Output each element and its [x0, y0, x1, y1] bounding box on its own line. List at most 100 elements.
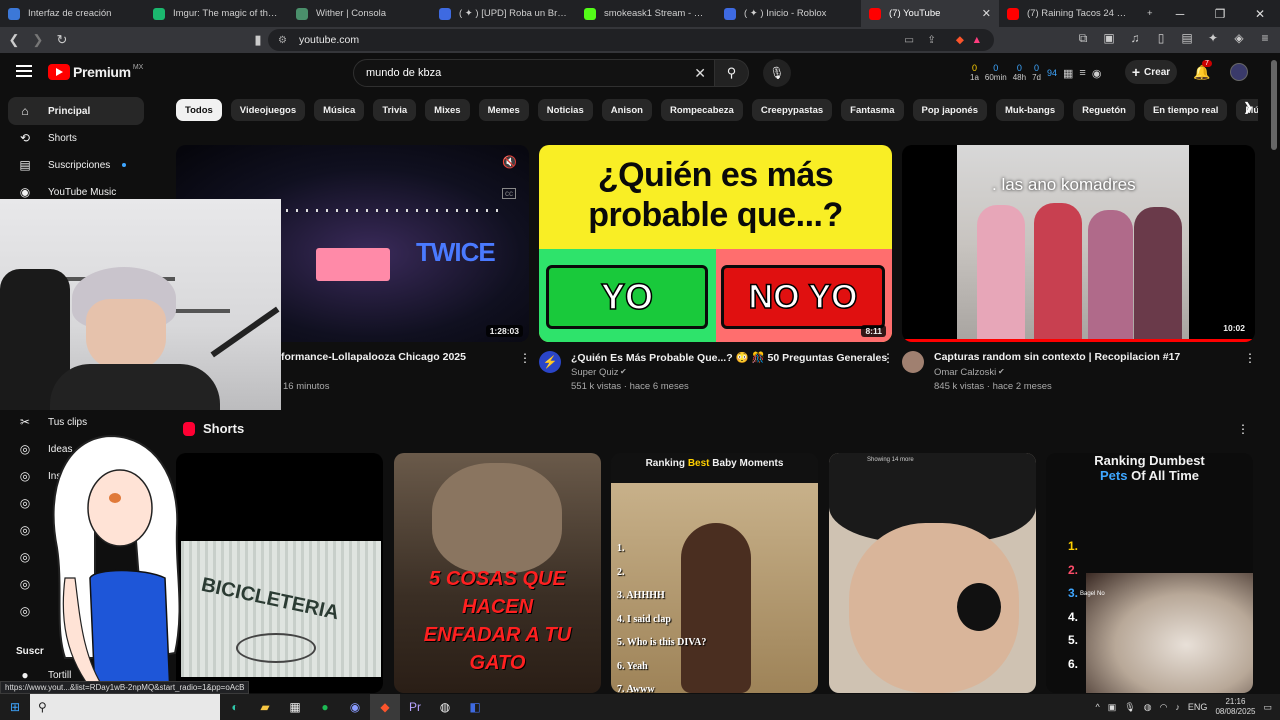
short-card[interactable]: Ranking Dumbest Pets Of All Time 1. 2. 3. 4…	[1046, 453, 1253, 693]
chip-creepypastas[interactable]: Creepypastas	[751, 99, 833, 121]
stats-ext-icon[interactable]: ◉	[1092, 67, 1102, 80]
chip-memes[interactable]: Memes	[478, 99, 529, 121]
create-button[interactable]: + Crear	[1125, 60, 1177, 84]
windows-start-icon[interactable]: ⊞	[0, 694, 30, 720]
chip-rompecabeza[interactable]: Rompecabeza	[660, 99, 743, 121]
tray-app-icon[interactable]: ▣	[1108, 702, 1117, 713]
browser-tab[interactable]: ( ✦ ) [UPD] Roba un Brainrot - Roblox	[431, 0, 576, 27]
channel-avatar[interactable]: ⚡	[539, 351, 561, 373]
chip-noticias[interactable]: Noticias	[537, 99, 593, 121]
notifications-button[interactable]: 🔔 7	[1193, 60, 1212, 81]
search-button[interactable]: ⚲	[715, 59, 749, 87]
brave-icon[interactable]: ◆	[370, 694, 400, 720]
file-explorer-icon[interactable]: ▰	[250, 694, 280, 720]
sidebar-item-shorts[interactable]: ⟲ Shorts	[8, 124, 144, 152]
channel-avatar[interactable]	[902, 351, 924, 373]
channel-name[interactable]: Omar Calzoski	[934, 367, 996, 378]
youtube-logo[interactable]: Premium MX	[48, 64, 143, 80]
wallet-icon[interactable]: ▤	[1180, 31, 1194, 46]
share-icon[interactable]: ⇪	[927, 34, 936, 46]
chip-mixes[interactable]: Mixes	[425, 99, 470, 121]
browser-tab[interactable]: (7) YouTube ✕	[861, 0, 999, 27]
avatar[interactable]	[1230, 63, 1248, 81]
edge-icon[interactable]: ◐	[220, 694, 250, 720]
url-field[interactable]: ⚙ youtube.com ▭ ⇪ ◆ ▲	[268, 29, 994, 51]
chip-fantasma[interactable]: Fantasma	[841, 99, 904, 121]
chip-música[interactable]: Música	[314, 99, 365, 121]
clock[interactable]: 21:16 08/08/2025	[1215, 697, 1255, 717]
chip-en-tiempo-real[interactable]: En tiempo real	[1143, 99, 1228, 121]
taskbar-search-icon[interactable]: ⚲	[30, 694, 220, 720]
forward-icon[interactable]: ❯	[28, 30, 48, 50]
reload-icon[interactable]: ↻	[52, 30, 72, 50]
browser-tab[interactable]: smokeask1 Stream - Watch Live	[576, 0, 716, 27]
tab-close-icon[interactable]: ✕	[982, 7, 991, 20]
sidebar-item-principal[interactable]: ⌂ Principal	[8, 97, 144, 125]
short-card[interactable]: Showing 14 more	[829, 453, 1036, 693]
captions-icon[interactable]: cc	[502, 188, 516, 199]
chip-pop-japonés[interactable]: Pop japonés	[912, 99, 987, 121]
short-card[interactable]: 5 COSAS QUE HACEN ENFADAR A TU GATO	[394, 453, 601, 693]
mute-icon[interactable]: 🔇	[502, 155, 517, 169]
short-card[interactable]: Ranking Best Baby Moments 1. 2. 3. AHHHH 4.…	[611, 453, 818, 693]
vpn-icon[interactable]: ◈	[1232, 31, 1246, 46]
language-indicator[interactable]: ENG	[1188, 702, 1208, 712]
chip-muk-bangs[interactable]: Muk-bangs	[996, 99, 1065, 121]
stats-grid-icon[interactable]: ▦	[1063, 67, 1073, 80]
spotify-icon[interactable]: ●	[310, 694, 340, 720]
store-icon[interactable]: ▦	[280, 694, 310, 720]
tray-audio-icon[interactable]: ◍	[1144, 702, 1152, 713]
brave-shield-icon[interactable]: ◆	[956, 34, 964, 46]
page-scrollbar[interactable]	[1271, 60, 1277, 150]
clear-search-icon[interactable]: ✕	[694, 65, 706, 82]
tray-mic-icon[interactable]: 🎙	[1124, 702, 1135, 713]
chip-reguetón[interactable]: Reguetón	[1073, 99, 1135, 121]
chip-videojuegos[interactable]: Videojuegos	[230, 99, 306, 121]
more-options-icon[interactable]: ⋮	[519, 351, 531, 365]
sidebar-item-suscripciones[interactable]: ▤ Suscripciones	[8, 151, 144, 179]
notification-center-icon[interactable]: ▭	[1263, 702, 1272, 713]
bookmark-icon[interactable]: ▮	[248, 30, 268, 50]
volume-icon[interactable]: ♪	[1175, 702, 1180, 712]
media-icon[interactable]: ♫	[1128, 31, 1142, 46]
stats-menu-icon[interactable]: ≡	[1079, 67, 1085, 79]
browser-tab[interactable]: Interfaz de creación	[0, 0, 145, 27]
voice-search-button[interactable]: 🎙	[763, 59, 791, 87]
browser-tab[interactable]: Wither | Consola	[288, 0, 431, 27]
restore-icon[interactable]: ❐	[1200, 0, 1240, 27]
leo-icon[interactable]: ✦	[1206, 31, 1220, 46]
video-thumbnail[interactable]: . las ano komadres 10:02	[902, 145, 1255, 342]
site-info-icon[interactable]: ⚙	[278, 35, 287, 46]
browser-tab[interactable]: Imgur: The magic of the Internet	[145, 0, 288, 27]
roblox-icon[interactable]: ◧	[460, 694, 490, 720]
install-icon[interactable]: ▭	[904, 34, 914, 46]
menu-icon[interactable]: ≡	[1258, 31, 1272, 46]
search-input[interactable]: mundo de kbza ✕	[353, 59, 715, 87]
wifi-icon[interactable]: ◠	[1160, 702, 1168, 713]
screenshot-icon[interactable]: ▣	[1102, 31, 1116, 46]
close-window-icon[interactable]: ✕	[1240, 0, 1280, 27]
premiere-icon[interactable]: Pr	[400, 694, 430, 720]
hamburger-menu-icon[interactable]	[16, 65, 32, 77]
video-title[interactable]: formance-Lollapalooza Chicago 2025	[281, 351, 466, 363]
extensions-icon[interactable]: ⧉	[1076, 31, 1090, 46]
chip-trivia[interactable]: Trivia	[373, 99, 417, 121]
channel-name[interactable]: Super Quiz	[571, 367, 619, 378]
discord-icon[interactable]: ◉	[340, 694, 370, 720]
minimize-icon[interactable]: ─	[1160, 0, 1200, 27]
new-tab-icon[interactable]: +	[1139, 0, 1161, 27]
short-card[interactable]: BICICLETERIA	[176, 453, 383, 693]
browser-tab[interactable]: (7) Raining Tacos 24 Hour - the...	[999, 0, 1139, 27]
chip-anison[interactable]: Anison	[601, 99, 652, 121]
chips-next-icon[interactable]: ❯	[1243, 100, 1253, 114]
sidebar-toggle-icon[interactable]: ▯	[1154, 31, 1168, 46]
brave-rewards-icon[interactable]: ▲	[972, 34, 982, 46]
browser-tab[interactable]: ( ✦ ) Inicio - Roblox	[716, 0, 861, 27]
video-title[interactable]: ¿Quién Es Más Probable Que...? 😳 🎊 50 Pr…	[571, 351, 887, 364]
more-options-icon[interactable]: ⋮	[1244, 351, 1256, 365]
more-options-icon[interactable]: ⋮	[882, 351, 894, 365]
obs-icon[interactable]: ◍	[430, 694, 460, 720]
shorts-more-icon[interactable]: ⋮	[1237, 422, 1249, 436]
back-icon[interactable]: ❮	[4, 30, 24, 50]
video-title[interactable]: Capturas random sin contexto | Recopilac…	[934, 351, 1180, 363]
